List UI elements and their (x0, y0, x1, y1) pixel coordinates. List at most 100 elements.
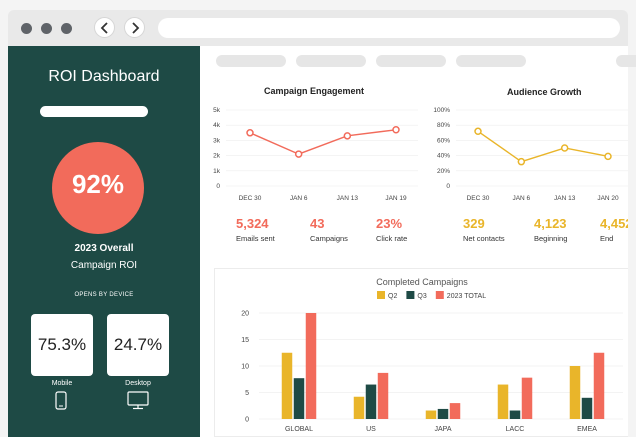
bar (425, 410, 437, 419)
data-point (294, 150, 303, 158)
completed-campaigns-panel: Completed Campaigns Q2 Q3 2023 TOTAL 0 5 10 15… (214, 268, 628, 437)
y-tick-label: 60% (437, 137, 450, 144)
legend-swatch (377, 291, 385, 299)
audience-chart: 0 20% 40% 60% 80% 100% DEC 30 JAN 6 JAN 13 JAN 20 (433, 107, 628, 202)
window-maximize-dot[interactable] (61, 23, 72, 34)
beginning-value: 4,123 (534, 216, 567, 231)
bar (377, 372, 389, 419)
y-tick-label: 15 (241, 337, 249, 344)
x-tick-label: JAN 6 (512, 195, 530, 202)
bar (509, 410, 521, 419)
x-tick-label: EMEA (577, 426, 597, 433)
mobile-icon (55, 391, 67, 410)
mobile-card: 75.3% (31, 314, 93, 376)
opens-by-device-label: OPENS BY DEVICE (74, 292, 134, 298)
desktop-value: 24.7% (113, 335, 163, 354)
roi-circle: 92% (52, 142, 144, 234)
dashboard-title: ROI Dashboard (48, 68, 160, 85)
sidebar: ROI Dashboard 92% 2023 Overall Campaign … (8, 46, 200, 437)
main-content: Campaign Engagement Audience Growth 0 1k 2… (200, 46, 636, 437)
bar (593, 352, 605, 419)
click-rate-value: 23% (376, 216, 403, 231)
data-point (560, 144, 569, 152)
desktop-label: Desktop (125, 380, 151, 387)
x-tick-label: DEC 30 (467, 195, 490, 202)
bar (581, 397, 593, 419)
x-tick-label: JAPA (435, 426, 452, 433)
y-tick-label: 10 (241, 364, 249, 371)
y-tick-label: 4k (213, 122, 221, 129)
tab-placeholder-3[interactable] (376, 55, 446, 67)
net-contacts-label: Net contacts (463, 234, 505, 243)
forward-button[interactable] (124, 17, 145, 38)
campaigns-label: Campaigns (310, 234, 348, 243)
chevron-left-icon (100, 22, 108, 34)
overall-label: 2023 Overall (74, 243, 134, 254)
emails-sent-label: Emails sent (236, 234, 275, 243)
x-tick-label: JAN 13 (554, 195, 576, 202)
legend-label: 2023 TOTAL (447, 293, 486, 300)
data-point (604, 152, 612, 161)
y-tick-label: 20 (241, 311, 249, 318)
desktop-icon (127, 391, 149, 410)
data-point (474, 127, 482, 136)
y-tick-label: 1k (213, 168, 221, 175)
y-tick-label: 80% (437, 122, 450, 129)
bar (281, 352, 293, 419)
bar (521, 377, 533, 419)
y-tick-label: 0 (216, 183, 220, 190)
end-value: 4,452 (600, 216, 628, 231)
tab-placeholder-5[interactable] (616, 55, 636, 67)
bar (293, 378, 305, 419)
audience-title: Audience Growth (507, 87, 582, 97)
engagement-chart: 0 1k 2k 3k 4k 5k DEC 30 JAN 6 JAN 13 JAN 19 (213, 107, 418, 202)
mobile-label: Mobile (51, 380, 73, 387)
x-tick-label: JAN 19 (385, 195, 407, 202)
legend-swatch (406, 291, 415, 299)
bar (497, 384, 509, 419)
y-tick-label: 0 (245, 417, 249, 424)
tab-placeholder-2[interactable] (296, 55, 366, 67)
bar (449, 403, 461, 419)
engagement-title: Campaign Engagement (264, 86, 365, 96)
data-point (343, 132, 352, 140)
back-button[interactable] (94, 17, 115, 38)
x-tick-label: DEC 30 (239, 195, 262, 202)
y-tick-label: 0 (446, 183, 450, 190)
window-minimize-dot[interactable] (41, 23, 52, 34)
x-tick-label: JAN 20 (597, 195, 619, 202)
tab-placeholder-4[interactable] (456, 55, 526, 67)
y-tick-label: 3k (213, 137, 221, 144)
sidebar-filter-pill[interactable] (40, 106, 148, 117)
tab-placeholder-1[interactable] (216, 55, 286, 67)
campaign-roi-label: Campaign ROI (70, 260, 138, 271)
y-tick-label: 5k (213, 107, 221, 114)
window-close-dot[interactable] (21, 23, 32, 34)
bar (353, 396, 365, 419)
y-tick-label: 20% (437, 168, 450, 175)
page: ROI Dashboard 92% 2023 Overall Campaign … (0, 0, 636, 437)
legend-label: Q2 (388, 293, 397, 300)
series-line (249, 129, 397, 155)
net-contacts-value: 329 (463, 216, 485, 231)
y-tick-label: 40% (437, 153, 450, 160)
end-label: End (600, 234, 614, 243)
address-bar[interactable] (158, 18, 620, 38)
bar (305, 313, 317, 419)
x-tick-label: JAN 6 (290, 195, 308, 202)
mobile-value: 75.3% (37, 335, 87, 354)
y-tick-label: 100% (433, 107, 450, 114)
beginning-label: Beginning (534, 234, 568, 243)
browser-toolbar (8, 10, 628, 46)
roi-value: 92% (71, 169, 125, 199)
y-tick-label: 2k (213, 153, 221, 160)
emails-sent-value: 5,324 (236, 216, 269, 231)
completed-campaigns-chart: Q2 Q3 2023 TOTAL 0 5 10 15 20 GLOBAL US JAPA LACC EM… (241, 291, 623, 433)
x-tick-label: GLOBAL (285, 426, 313, 433)
bar (437, 408, 449, 419)
desktop-card: 24.7% (107, 314, 169, 376)
x-tick-label: US (366, 426, 376, 433)
click-rate-label: Click rate (376, 234, 408, 243)
y-tick-label: 5 (245, 390, 249, 397)
series-line (477, 130, 609, 163)
